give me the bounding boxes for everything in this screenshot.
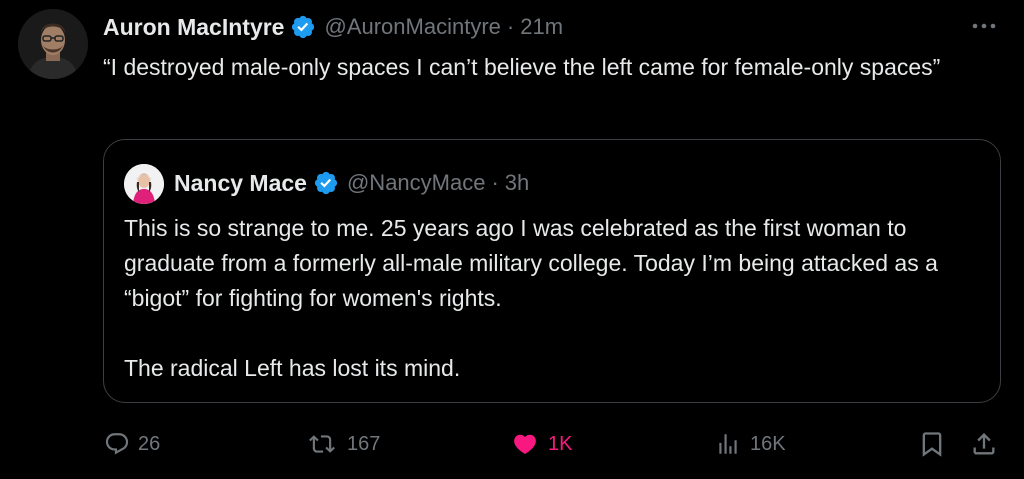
share-icon [973,433,995,455]
author-name[interactable]: Auron MacIntyre [103,14,284,41]
quoted-author-avatar[interactable] [124,164,164,204]
verified-badge-icon [290,14,316,40]
quoted-tweet-text: This is so strange to me. 25 years ago I… [124,211,984,386]
views-icon [719,434,737,454]
author-avatar[interactable] [18,9,88,79]
like-icon [514,434,536,454]
quoted-paragraph: This is so strange to me. 25 years ago I… [124,215,938,311]
tweet-header: Auron MacIntyre @AuronMacintyre · 21m [103,10,563,44]
action-bar: 26 167 1K 16K [0,424,1024,464]
repost-icon [309,435,335,453]
reply-icon [105,433,129,455]
quoted-tweet-time[interactable]: 3h [505,170,529,196]
views-button[interactable]: 16K [714,424,786,464]
bookmark-icon [922,432,942,457]
quoted-paragraph: The radical Left has lost its mind. [124,355,461,381]
reply-count: 26 [138,432,161,455]
bookmark-button[interactable] [918,424,946,464]
views-count: 16K [750,432,786,455]
separator-dot: · [506,14,515,39]
more-icon [972,23,996,29]
tweet[interactable]: Auron MacIntyre @AuronMacintyre · 21m “I… [0,0,1024,479]
more-button[interactable] [970,14,998,38]
quoted-author-handle[interactable]: @NancyMace [347,170,486,196]
author-handle[interactable]: @AuronMacintyre [324,14,500,40]
reply-button[interactable]: 26 [104,424,160,464]
quoted-tweet-header: Nancy Mace @NancyMace · 3h [174,166,529,200]
tweet-time[interactable]: 21m [520,14,563,40]
like-count: 1K [548,432,573,455]
quoted-tweet[interactable]: Nancy Mace @NancyMace · 3h This is so st… [103,139,1001,403]
repost-count: 167 [347,432,381,455]
verified-badge-icon [313,170,339,196]
quoted-author-name[interactable]: Nancy Mace [174,170,307,197]
repost-button[interactable]: 167 [305,424,380,464]
separator-dot: · [491,170,499,195]
share-button[interactable] [970,424,998,464]
tweet-text: “I destroyed male-only spaces I can’t be… [103,54,941,80]
like-button[interactable]: 1K [510,424,572,464]
